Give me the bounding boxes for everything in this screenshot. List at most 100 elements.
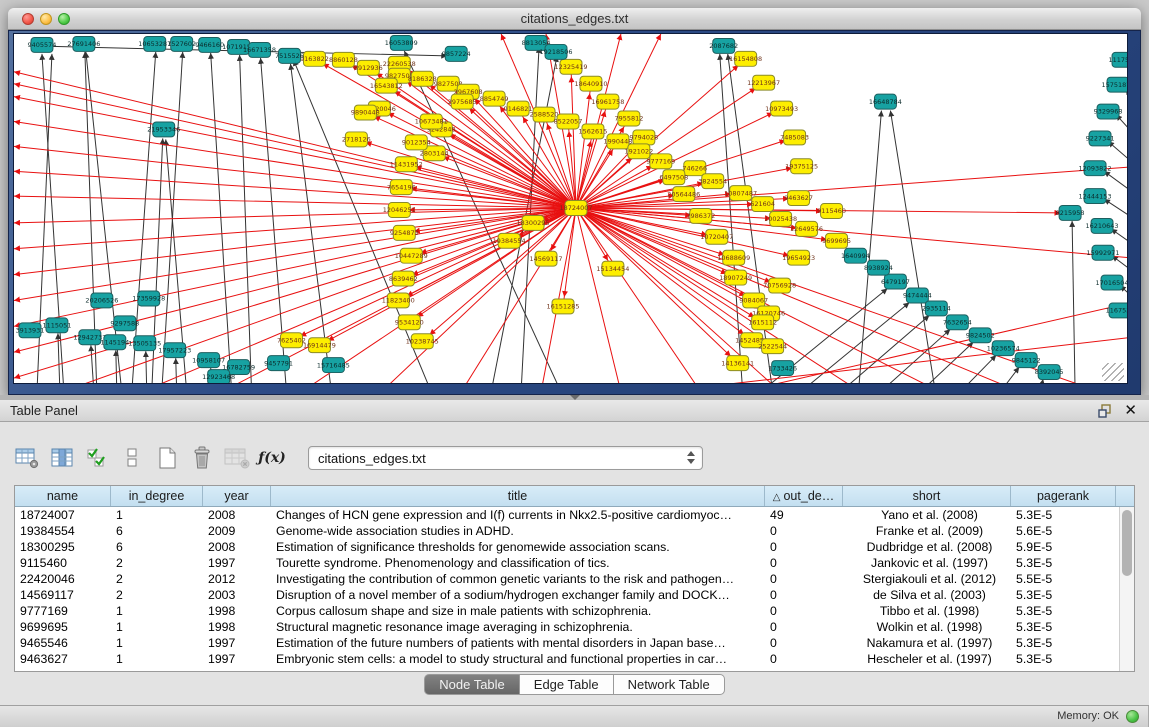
graph-node[interactable]: 2522544	[758, 339, 787, 354]
network-canvas[interactable]: 9163822886012889129362226053898275058186…	[13, 33, 1128, 384]
column-header-out_de[interactable]: △out_de…	[765, 486, 843, 506]
graph-node[interactable]: 2718126	[342, 132, 371, 147]
graph-node[interactable]: 9146821	[504, 101, 533, 116]
graph-node[interactable]: 9777169	[646, 154, 675, 169]
graph-node[interactable]: 1733426	[768, 361, 797, 376]
memory-status-indicator[interactable]	[1126, 710, 1139, 723]
graph-node[interactable]: 13505135	[128, 336, 161, 351]
graph-node[interactable]: 3913931	[16, 323, 45, 338]
graph-node[interactable]: 15134454	[596, 261, 629, 276]
graph-node[interactable]: 17016504	[1096, 275, 1128, 290]
graph-node[interactable]: 7485083	[780, 130, 809, 145]
graph-node[interactable]: 10688609	[717, 250, 750, 265]
graph-node[interactable]: 15716485	[317, 358, 350, 373]
graph-node[interactable]: 9405574	[28, 37, 57, 52]
graph-node[interactable]: 16914479	[303, 338, 336, 353]
column-header-in_degree[interactable]: in_degree	[111, 486, 203, 506]
graph-node[interactable]: 16154808	[729, 51, 762, 66]
table-options-icon[interactable]	[14, 446, 40, 470]
graph-node[interactable]: 9466160	[195, 37, 224, 52]
graph-node[interactable]: 9463627	[784, 191, 813, 206]
graph-node[interactable]: 2935114	[922, 301, 951, 316]
delete-icon[interactable]	[189, 446, 215, 470]
graph-node[interactable]: 9857224	[442, 46, 471, 61]
graph-node[interactable]: 9329968	[1094, 104, 1123, 119]
table-row[interactable]: 969969511998Structural magnetic resonanc…	[15, 619, 1119, 635]
graph-node[interactable]: 12325419	[554, 59, 587, 74]
window-titlebar[interactable]: citations_edges.txt	[8, 8, 1141, 30]
graph-node[interactable]: 2975685	[448, 94, 477, 109]
graph-node[interactable]: 1117534	[1109, 52, 1128, 67]
new-table-icon[interactable]	[154, 446, 180, 470]
delete-table-icon[interactable]	[224, 446, 250, 470]
graph-node[interactable]: 14136141	[721, 356, 754, 371]
graph-node[interactable]: 12213967	[747, 75, 780, 90]
table-scrollbar[interactable]	[1119, 507, 1134, 671]
column-header-title[interactable]: title	[271, 486, 765, 506]
table-row[interactable]: 1456911722003Disruption of a novel membe…	[15, 587, 1119, 603]
graph-node[interactable]: 8912936	[354, 60, 383, 75]
graph-node[interactable]: 10238745	[406, 334, 439, 349]
graph-node[interactable]: 1115051	[42, 318, 71, 333]
graph-node[interactable]: 9457791	[264, 356, 293, 371]
graph-node[interactable]: 7955812	[614, 111, 643, 126]
close-panel-icon[interactable]: ✕	[1124, 401, 1137, 419]
graph-node[interactable]: 7986372	[686, 209, 715, 224]
graph-node[interactable]: 1615112	[748, 315, 777, 330]
table-row[interactable]: 2242004622012Investigating the contribut…	[15, 571, 1119, 587]
scrollbar-thumb[interactable]	[1122, 510, 1132, 576]
graph-node[interactable]: 16053809	[385, 35, 418, 50]
graph-node[interactable]: 3824554	[698, 174, 727, 189]
graph-node[interactable]: 621604	[750, 197, 775, 212]
tab-edge-table[interactable]: Edge Table	[520, 674, 614, 695]
graph-node[interactable]: 9824502	[966, 328, 995, 343]
graph-node[interactable]: 8186328	[408, 71, 437, 86]
graph-node[interactable]: 15751874	[1102, 77, 1128, 92]
table-row[interactable]: 946362711997Embryonic stem cells: a mode…	[15, 651, 1119, 667]
graph-node[interactable]: 9699695	[822, 233, 851, 248]
resize-grip-icon[interactable]	[1102, 363, 1124, 381]
function-builder-icon[interactable]: ƒ(x)	[259, 446, 285, 470]
graph-node[interactable]: 19654923	[782, 250, 815, 265]
graph-node[interactable]: 8215958	[1056, 206, 1085, 221]
graph-node[interactable]: 27691406	[67, 36, 100, 51]
column-header-short[interactable]: short	[843, 486, 1011, 506]
float-panel-icon[interactable]	[1098, 404, 1113, 418]
graph-node[interactable]: 6497508	[659, 170, 688, 185]
table-row[interactable]: 977716911998Corpus callosum shape and si…	[15, 603, 1119, 619]
graph-node[interactable]: 7654196	[387, 180, 416, 195]
graph-node[interactable]: 16151285	[547, 299, 580, 314]
table-row[interactable]: 911546021997Tourette syndrome. Phenomeno…	[15, 555, 1119, 571]
graph-node[interactable]: 8392045	[1035, 365, 1064, 380]
graph-node[interactable]: 9794028	[629, 130, 658, 145]
graph-node[interactable]: 16961758	[591, 94, 624, 109]
graph-node[interactable]: 9845122	[1012, 353, 1041, 368]
graph-node[interactable]: 9254873	[390, 225, 419, 240]
graph-node[interactable]: 9297588	[110, 316, 139, 331]
table-row[interactable]: 1872400712008Changes of HCN gene express…	[15, 507, 1119, 523]
select-all-icon[interactable]	[84, 446, 110, 470]
tab-node-table[interactable]: Node Table	[424, 674, 520, 695]
graph-node[interactable]: 9163822	[300, 51, 329, 66]
graph-node[interactable]: 7632654	[943, 315, 972, 330]
graph-node[interactable]: 6479197	[881, 274, 910, 289]
graph-node[interactable]: 8938924	[864, 260, 893, 275]
graph-node[interactable]: 1527602	[167, 36, 196, 51]
graph-node[interactable]: 8639462	[389, 271, 418, 286]
column-header-name[interactable]: name	[15, 486, 111, 506]
graph-node[interactable]: 9534120	[395, 315, 424, 330]
graph-node[interactable]: 9890448	[351, 105, 380, 120]
column-header-year[interactable]: year	[203, 486, 271, 506]
table-row[interactable]: 1830029562008Estimation of significance …	[15, 539, 1119, 555]
graph-node[interactable]: 17359928	[132, 291, 165, 306]
column-visibility-icon[interactable]	[49, 446, 75, 470]
graph-node[interactable]: 19375125	[785, 159, 818, 174]
table-row[interactable]: 1938455462009Genome-wide association stu…	[15, 523, 1119, 539]
graph-node[interactable]: 16648784	[869, 94, 902, 109]
deselect-all-icon[interactable]	[119, 446, 145, 470]
graph-node[interactable]: 9115460	[817, 204, 846, 219]
graph-node[interactable]: 7625402	[277, 333, 306, 348]
tab-network-table[interactable]: Network Table	[614, 674, 725, 695]
graph-node[interactable]: 1640994	[841, 248, 870, 263]
graph-node[interactable]: 10958107	[192, 353, 225, 368]
